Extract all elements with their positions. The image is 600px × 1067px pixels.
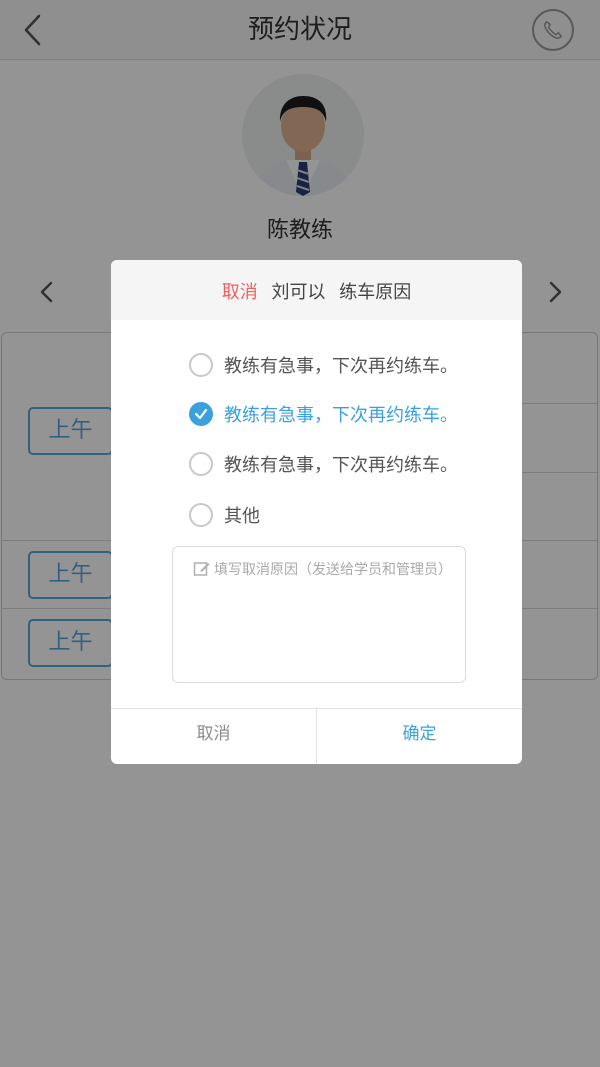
reason-placeholder: 填写取消原因（发送给学员和管理员） [193, 559, 452, 579]
reason-option-label: 教练有急事，下次再约练车。 [224, 455, 458, 476]
reason-option-2[interactable]: 教练有急事，下次再约练车。 [189, 399, 458, 429]
radio-unchecked-icon[interactable] [189, 353, 213, 377]
radio-unchecked-icon[interactable] [189, 452, 213, 476]
reason-textarea[interactable]: 填写取消原因（发送给学员和管理员） [172, 546, 466, 683]
radio-unchecked-icon[interactable] [189, 503, 213, 527]
dialog-student-name: 刘可以 [271, 282, 326, 303]
dialog-action-word: 取消 [221, 282, 258, 303]
reason-option-1[interactable]: 教练有急事，下次再约练车。 [189, 350, 458, 380]
dialog-header: 取消 刘可以 练车原因 [111, 260, 522, 320]
confirm-button[interactable]: 确定 [317, 709, 522, 764]
dialog-footer: 取消 确定 [111, 708, 522, 764]
reason-option-label: 教练有急事，下次再约练车。 [224, 356, 458, 377]
reason-option-label: 其他 [224, 506, 260, 527]
radio-checked-icon[interactable] [189, 402, 213, 426]
dialog-subject: 练车原因 [339, 282, 412, 303]
cancel-button[interactable]: 取消 [111, 709, 317, 764]
edit-icon [193, 562, 210, 576]
reason-placeholder-text: 填写取消原因（发送给学员和管理员） [214, 562, 452, 578]
reason-option-3[interactable]: 教练有急事，下次再约练车。 [189, 449, 458, 479]
reason-option-other[interactable]: 其他 [189, 500, 260, 530]
reason-option-label: 教练有急事，下次再约练车。 [224, 405, 458, 426]
cancel-reason-dialog: 取消 刘可以 练车原因 教练有急事，下次再约练车。 教练有急事，下次再约练车。 … [111, 260, 522, 764]
